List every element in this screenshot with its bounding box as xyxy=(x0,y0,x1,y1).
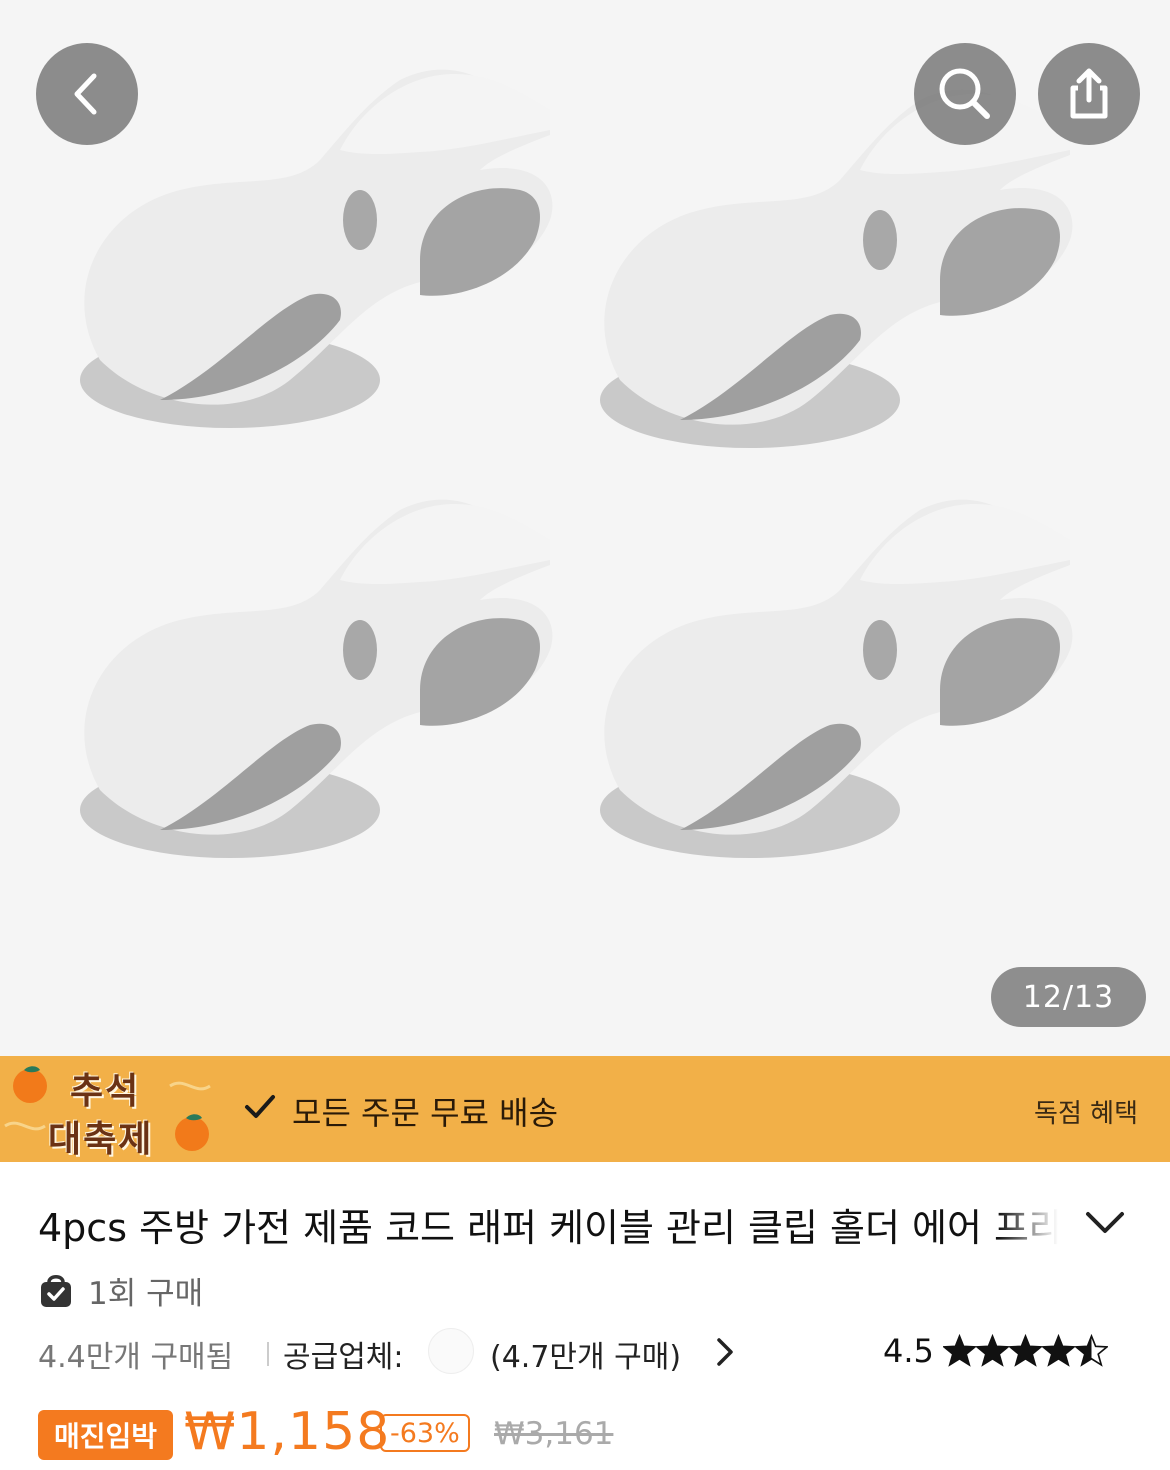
chevron-left-icon xyxy=(74,73,97,115)
festival-logo: 추석 대축제 xyxy=(0,1056,230,1162)
chevron-right-icon[interactable] xyxy=(714,1336,736,1368)
product-title-row: 4pcs 주방 가전 제품 코드 래퍼 케이블 관리 클립 홀더 에어 프라이어 xyxy=(38,1200,1058,1256)
search-icon xyxy=(939,68,990,119)
shopping-bag-icon xyxy=(41,1275,71,1307)
chevron-down-icon[interactable] xyxy=(1080,1204,1130,1244)
image-counter: 12/13 xyxy=(991,967,1146,1027)
search-button[interactable] xyxy=(914,43,1016,145)
logo-text-line2: 대축제 xyxy=(48,1119,154,1160)
original-price: ₩3,161 xyxy=(494,1416,614,1452)
star-icon xyxy=(976,1334,1009,1367)
product-stats-row: 4.4만개 구매됨 공급업체: (4.7만개 구매) 4.5 xyxy=(38,1328,1138,1376)
logo-text-line1: 추석 xyxy=(70,1071,141,1112)
rating-value[interactable]: 4.5 xyxy=(883,1332,934,1370)
deal-badge: 매진임박 xyxy=(38,1410,173,1460)
discount-badge: -63% xyxy=(380,1414,470,1452)
star-icon xyxy=(1075,1334,1108,1367)
star-icon xyxy=(1042,1334,1075,1367)
star-icon xyxy=(943,1334,976,1367)
current-price: ₩1,158 xyxy=(184,1402,391,1462)
back-button[interactable] xyxy=(36,43,138,145)
promo-banner[interactable]: 추석 대축제 모든 주문 무료 배송 독점 혜택 xyxy=(0,1056,1170,1162)
star-rating[interactable] xyxy=(943,1334,1108,1367)
star-icon xyxy=(1009,1334,1042,1367)
check-icon xyxy=(245,1095,275,1118)
product-image-gallery[interactable]: 12/13 xyxy=(0,0,1170,1056)
free-shipping-text: 모든 주문 무료 배송 xyxy=(292,1094,559,1132)
product-image xyxy=(80,69,1073,858)
repurchase-info: 1회 구매 xyxy=(38,1268,203,1312)
supplier-purchase-count[interactable]: (4.7만개 구매) xyxy=(490,1332,681,1376)
share-button[interactable] xyxy=(1038,43,1140,145)
supplier-label[interactable]: 공급업체: xyxy=(283,1332,404,1376)
repurchase-text: 1회 구매 xyxy=(88,1275,204,1312)
divider xyxy=(267,1342,269,1366)
exclusive-benefits-link[interactable]: 독점 혜택 xyxy=(1034,1093,1138,1130)
product-title: 4pcs 주방 가전 제품 코드 래퍼 케이블 관리 클립 홀더 에어 프라이어 xyxy=(38,1206,1058,1250)
share-icon xyxy=(1070,68,1108,119)
sold-count: 4.4만개 구매됨 xyxy=(38,1340,234,1375)
supplier-avatar[interactable] xyxy=(428,1328,474,1374)
orange-fruit-icon xyxy=(13,1069,47,1103)
orange-fruit-icon xyxy=(175,1117,209,1151)
